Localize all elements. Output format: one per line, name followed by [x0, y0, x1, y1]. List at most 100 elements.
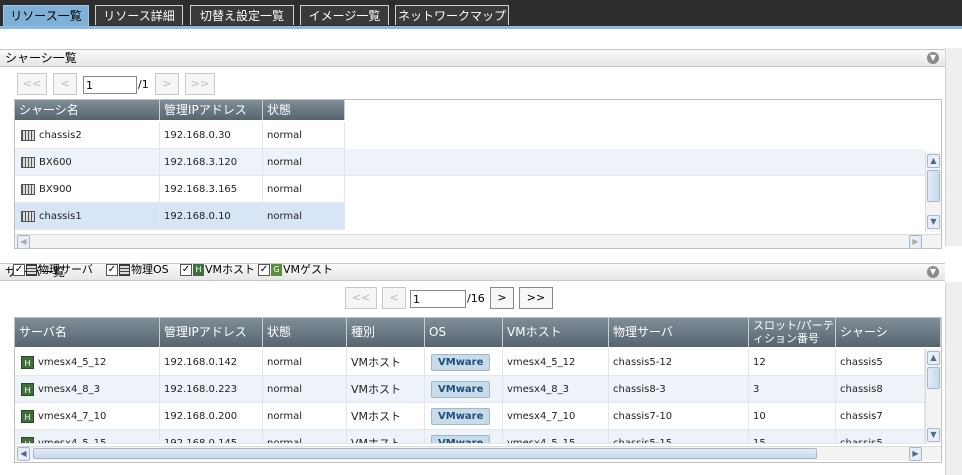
- scroll-down-icon[interactable]: ▼: [927, 428, 940, 442]
- chassis-name: BX900: [39, 184, 72, 195]
- server-physical: chassis8-3: [609, 376, 749, 403]
- scroll-right-icon[interactable]: ▶: [909, 447, 922, 461]
- scroll-down-icon[interactable]: ▼: [927, 215, 940, 229]
- tab-resource-details[interactable]: リソース詳細: [95, 5, 183, 25]
- vm-host-icon: H: [21, 409, 34, 423]
- scroll-left-icon[interactable]: ◀: [17, 447, 30, 461]
- hscroll-thumb[interactable]: [33, 448, 817, 459]
- scroll-up-icon[interactable]: ▲: [927, 154, 940, 168]
- server-physical: chassis7-10: [609, 403, 749, 430]
- chassis-name: chassis1: [39, 211, 82, 222]
- server-page-input[interactable]: [410, 290, 466, 308]
- column-management-ip[interactable]: 管理IPアドレス: [160, 318, 263, 347]
- server-status: normal: [263, 430, 347, 443]
- table-row-selected[interactable]: chassis1 192.168.0.10 normal: [15, 203, 345, 230]
- page-scrollbar-top[interactable]: [945, 48, 962, 246]
- chassis-name: BX600: [39, 157, 72, 168]
- column-chassis-name[interactable]: シャーシ名: [15, 100, 160, 120]
- server-table-vscroll[interactable]: ▲ ▼: [925, 349, 941, 444]
- server-page-total: /16: [467, 292, 485, 305]
- tab-resource-list[interactable]: リソース一覧: [3, 5, 89, 27]
- server-type: VMホスト: [347, 430, 425, 443]
- server-type: VMホスト: [347, 349, 425, 376]
- server-slot: 12: [749, 349, 836, 376]
- filter-vm-host[interactable]: ✓ H VMホスト: [180, 262, 255, 278]
- chassis-prev-page-button[interactable]: <: [53, 73, 77, 95]
- checkbox-checked-icon[interactable]: ✓: [106, 264, 118, 276]
- column-status[interactable]: 状態: [263, 318, 347, 347]
- chassis-table-header: シャーシ名 管理IPアドレス 状態: [15, 100, 345, 120]
- table-row[interactable]: BX600 192.168.3.120 normal: [15, 149, 925, 176]
- chassis-page-total: /1: [138, 78, 149, 91]
- column-chassis[interactable]: シャーシ: [836, 318, 941, 347]
- column-management-ip[interactable]: 管理IPアドレス: [160, 100, 263, 120]
- tab-image-list[interactable]: イメージ一覧: [300, 5, 389, 25]
- server-ip: 192.168.0.142: [160, 349, 263, 376]
- server-first-page-button[interactable]: <<: [345, 287, 377, 309]
- chassis-ip: 192.168.0.10: [160, 203, 263, 230]
- chassis-icon: [21, 210, 35, 222]
- scroll-up-icon[interactable]: ▲: [927, 351, 940, 365]
- column-slot-partition[interactable]: スロット/パーティション番号: [749, 318, 836, 347]
- server-physical: chassis5-15: [609, 430, 749, 443]
- chassis-table-vscroll[interactable]: ▲ ▼: [925, 152, 941, 232]
- filter-physical-os[interactable]: ✓ 物理OS: [106, 262, 169, 278]
- server-type: VMホスト: [347, 376, 425, 403]
- server-name: vmesx4_7_10: [38, 411, 107, 422]
- column-type[interactable]: 種別: [347, 318, 425, 347]
- server-table-header: サーバ名 管理IPアドレス 状態 種別 OS VMホスト 物理サーバ スロット/…: [15, 318, 941, 347]
- column-server-name[interactable]: サーバ名: [15, 318, 160, 347]
- server-chassis: chassis8: [836, 376, 925, 403]
- chassis-page-input[interactable]: [83, 76, 137, 94]
- checkbox-checked-icon[interactable]: ✓: [258, 264, 270, 276]
- collapse-chassis-icon[interactable]: ▼: [927, 52, 939, 64]
- page-scrollbar-bottom[interactable]: [945, 282, 962, 475]
- table-row[interactable]: Hvmesx4_5_12 192.168.0.142 normal VMホスト …: [15, 349, 925, 376]
- column-os[interactable]: OS: [425, 318, 503, 347]
- chassis-section-header[interactable]: シャーシ一覧 ▼: [0, 49, 945, 67]
- chassis-section-title: シャーシ一覧: [5, 51, 77, 65]
- vm-host-icon: H: [21, 382, 34, 396]
- column-vm-host[interactable]: VMホスト: [503, 318, 609, 347]
- scroll-thumb[interactable]: [927, 367, 940, 389]
- server-table-hscroll[interactable]: ◀ ▶: [15, 446, 941, 461]
- vm-host-icon: H: [193, 264, 204, 276]
- checkbox-checked-icon[interactable]: ✓: [13, 264, 25, 276]
- column-physical-server[interactable]: 物理サーバ: [609, 318, 749, 347]
- table-row[interactable]: Hvmesx4_5_15 192.168.0.145 normal VMホスト …: [15, 430, 925, 444]
- column-status[interactable]: 状態: [263, 100, 345, 120]
- physical-server-icon: [26, 264, 37, 276]
- chassis-last-page-button[interactable]: >>: [185, 73, 215, 95]
- server-vmhost: vmesx4_8_3: [503, 376, 609, 403]
- vm-guest-icon: G: [271, 264, 282, 276]
- collapse-server-icon[interactable]: ▼: [927, 266, 939, 278]
- tab-failover-settings[interactable]: 切替え設定一覧: [190, 5, 294, 25]
- server-slot: 15: [749, 430, 836, 443]
- checkbox-checked-icon[interactable]: ✓: [180, 264, 192, 276]
- scroll-left-icon[interactable]: ◀: [17, 235, 30, 248]
- filter-physical-server[interactable]: ✓ 物理サーバ: [13, 262, 93, 278]
- chassis-icon: [21, 156, 35, 168]
- chassis-table-hscroll[interactable]: ◀ ▶: [15, 234, 941, 248]
- chassis-status: normal: [263, 176, 345, 203]
- table-row[interactable]: BX900 192.168.3.165 normal: [15, 176, 345, 203]
- server-type: VMホスト: [347, 403, 425, 430]
- server-next-page-button[interactable]: >: [490, 287, 514, 309]
- scroll-right-icon[interactable]: ▶: [909, 235, 922, 248]
- chassis-next-page-button[interactable]: >: [155, 73, 179, 95]
- table-row[interactable]: chassis2 192.168.0.30 normal: [15, 122, 345, 149]
- tab-network-map[interactable]: ネットワークマップ: [395, 5, 509, 25]
- server-prev-page-button[interactable]: <: [382, 287, 406, 309]
- vmware-os-badge: VMware: [431, 434, 491, 443]
- server-name: vmesx4_5_15: [38, 438, 107, 444]
- server-ip: 192.168.0.200: [160, 403, 263, 430]
- server-last-page-button[interactable]: >>: [519, 287, 553, 309]
- table-row[interactable]: Hvmesx4_7_10 192.168.0.200 normal VMホスト …: [15, 403, 925, 430]
- chassis-status: normal: [263, 203, 345, 230]
- scroll-thumb[interactable]: [927, 170, 940, 202]
- server-table: サーバ名 管理IPアドレス 状態 種別 OS VMホスト 物理サーバ スロット/…: [14, 317, 942, 463]
- filter-vm-guest[interactable]: ✓ G VMゲスト: [258, 262, 333, 278]
- table-row[interactable]: Hvmesx4_8_3 192.168.0.223 normal VMホスト V…: [15, 376, 925, 403]
- chassis-first-page-button[interactable]: <<: [17, 73, 47, 95]
- server-slot: 3: [749, 376, 836, 403]
